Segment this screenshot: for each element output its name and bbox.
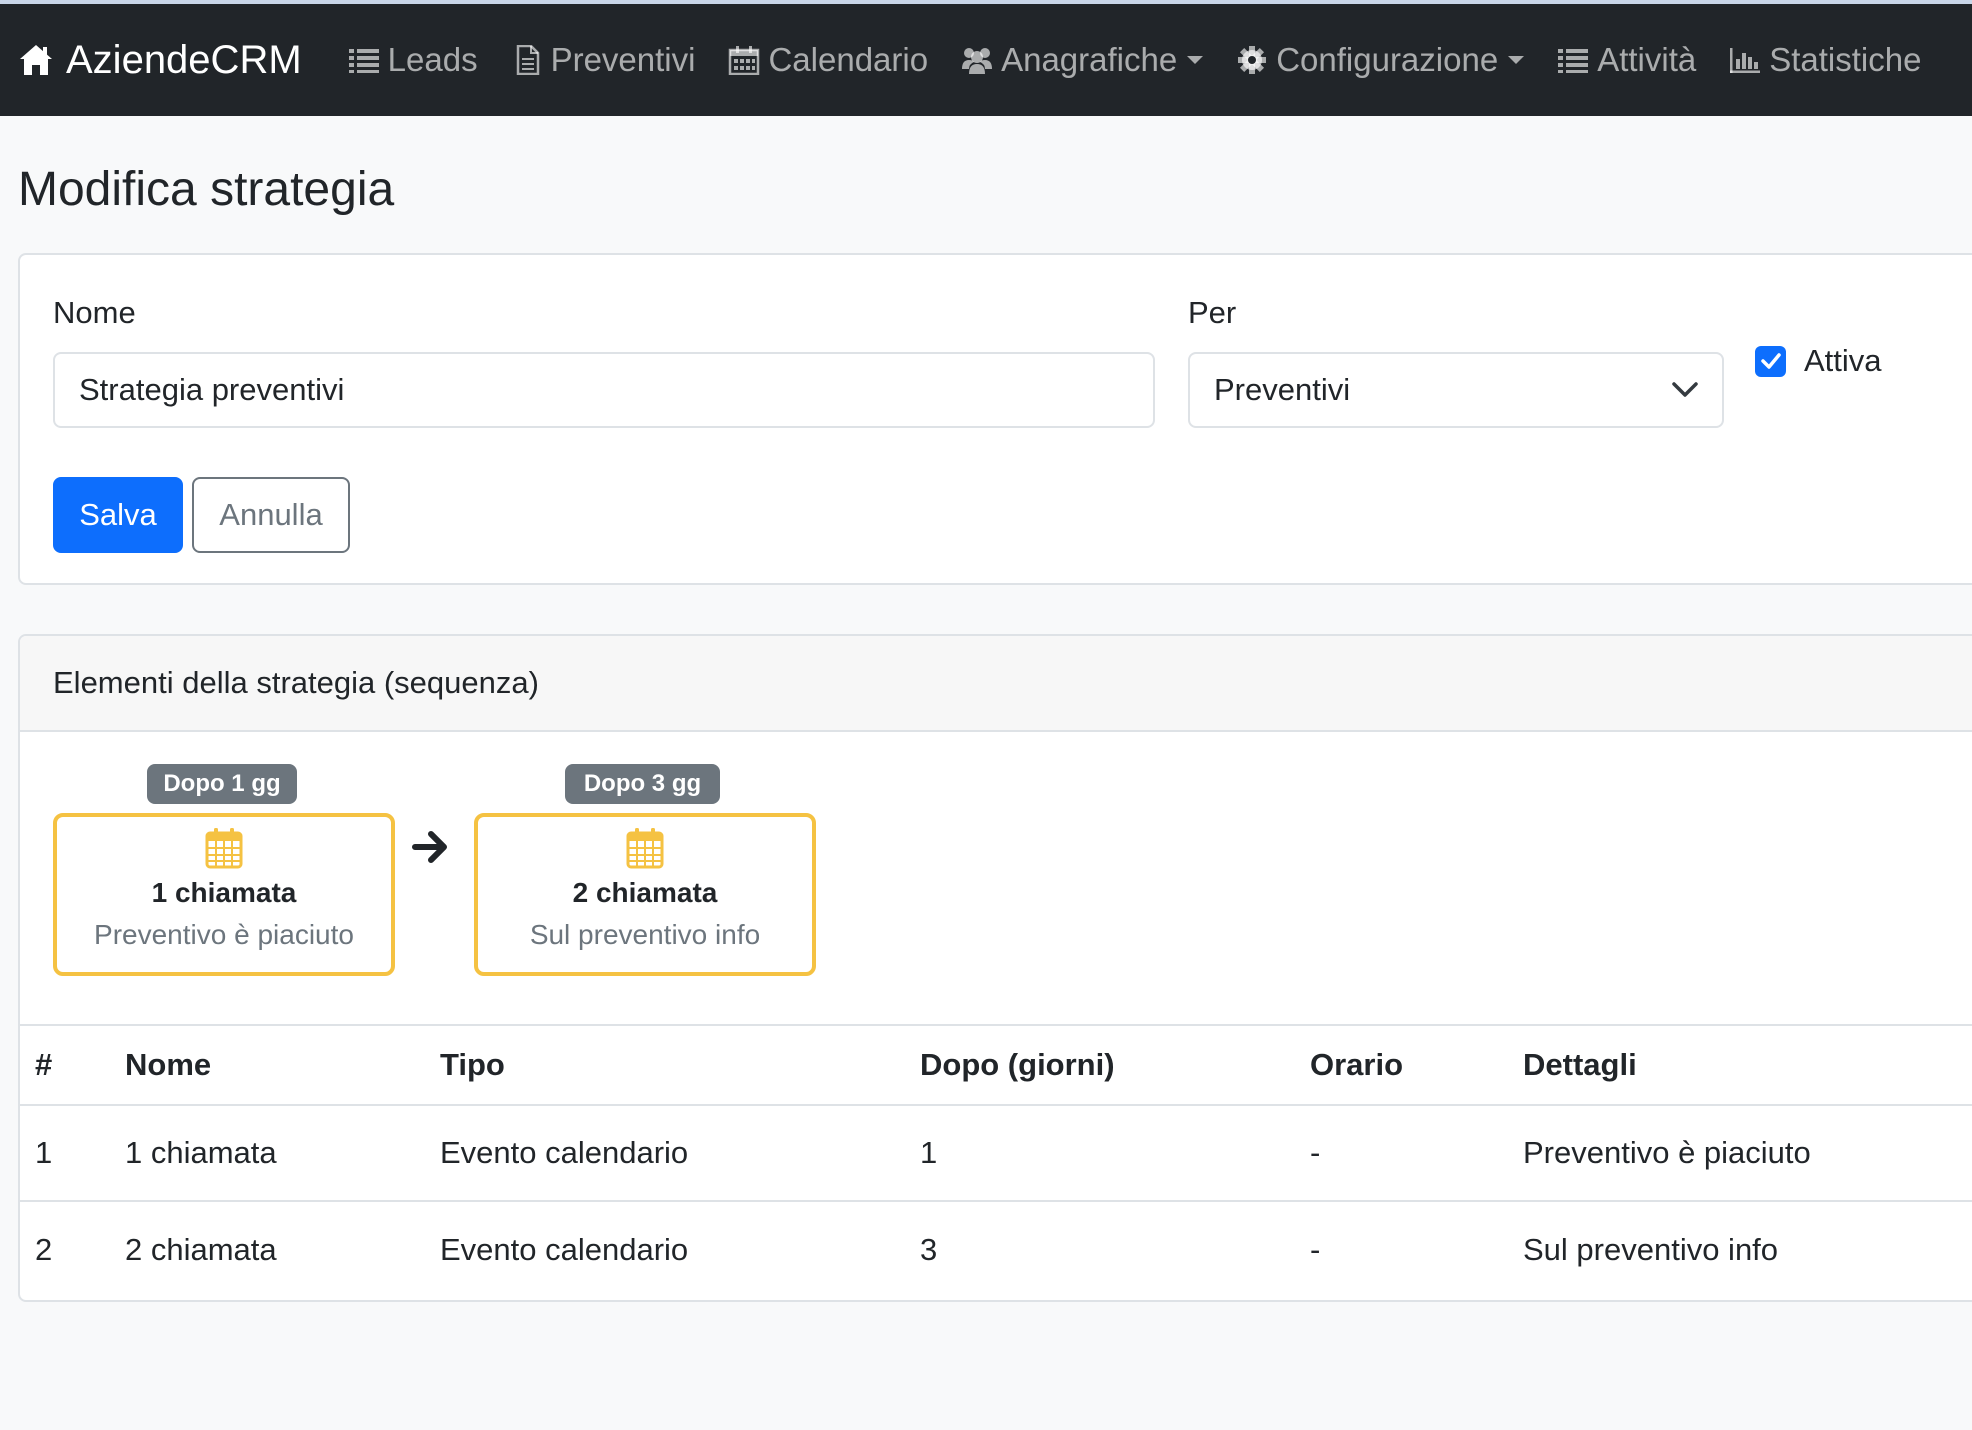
name-input[interactable] <box>53 352 1155 428</box>
table-cell: Evento calendario <box>440 1232 689 1267</box>
table-cell: 2 <box>35 1232 53 1267</box>
gear-icon <box>1238 46 1267 74</box>
step-title: 1 chiamata <box>151 877 297 908</box>
calendar-icon <box>626 828 664 869</box>
nav-item-attivita[interactable]: Attività <box>1557 41 1696 79</box>
column-header: Dopo (giorni) <box>920 1047 1115 1082</box>
chevron-down-icon <box>1187 56 1204 64</box>
sequence-step[interactable]: 1 chiamata Preventivo è piaciuto <box>53 813 395 976</box>
nav-item-label: Statistiche <box>1769 41 1922 78</box>
nav-item-label: Configurazione <box>1276 41 1499 78</box>
per-label: Per <box>1188 295 1237 330</box>
nav-item-calendario[interactable]: Calendario <box>728 41 928 79</box>
nav-item-label: Attività <box>1597 41 1697 78</box>
nav-item-preventivi[interactable]: Preventivi <box>511 41 696 79</box>
active-checkbox[interactable] <box>1755 345 1786 377</box>
chevron-down-icon <box>1508 56 1525 64</box>
per-select-value: Preventivi <box>1214 372 1351 407</box>
column-header: Nome <box>125 1047 212 1082</box>
step-description: Sul preventivo info <box>529 919 761 950</box>
nav-item-label: Anagrafiche <box>1001 41 1178 78</box>
step-delay-badge: Dopo 3 gg <box>565 764 720 804</box>
page-title: Modifica strategia <box>18 163 395 216</box>
brand-link[interactable]: AziendeCRM <box>18 38 302 83</box>
table-cell: Preventivo è piaciuto <box>1523 1135 1811 1170</box>
list-icon <box>348 49 379 73</box>
step-description: Preventivo è piaciuto <box>94 919 354 950</box>
name-label: Nome <box>53 295 136 330</box>
chevron-down-icon <box>1672 382 1698 397</box>
calendar-icon <box>729 46 760 75</box>
table-header-row: # Nome Tipo Dopo (giorni) Orario Dettagl… <box>20 1024 1972 1106</box>
arrow-right-icon <box>412 831 447 863</box>
nav-item-statistiche[interactable]: Statistiche <box>1729 41 1921 79</box>
column-header: Dettagli <box>1523 1047 1637 1082</box>
per-select[interactable]: Preventivi <box>1188 352 1724 428</box>
brand-name: AziendeCRM <box>66 37 302 82</box>
table-cell: 1 chiamata <box>125 1135 277 1170</box>
table-row: 2 2 chiamata Evento calendario 3 - Sul p… <box>20 1202 1972 1298</box>
checkmark-icon <box>1760 353 1781 369</box>
table-cell: Evento calendario <box>440 1135 689 1170</box>
table-cell: - <box>1310 1232 1321 1267</box>
sequence-step[interactable]: 2 chiamata Sul preventivo info <box>474 813 816 976</box>
cancel-button[interactable]: Annulla <box>192 477 350 553</box>
table-cell: - <box>1310 1135 1321 1170</box>
strategy-elements-card: Elementi della strategia (sequenza) 1 ch… <box>18 634 1972 1302</box>
nav-item-anagrafiche[interactable]: Anagrafiche <box>961 41 1204 79</box>
table-cell: 3 <box>920 1232 938 1267</box>
table-cell: 1 <box>920 1135 938 1170</box>
nav-item-label: Preventivi <box>550 41 696 78</box>
document-icon <box>516 45 539 75</box>
table-cell: 2 chiamata <box>125 1232 277 1267</box>
calendar-icon <box>205 828 243 869</box>
nav-item-label: Leads <box>387 41 478 78</box>
strategy-form-card: Nome Per Preventivi Attiva Salva Annulla <box>18 253 1972 585</box>
bar-chart-icon <box>1730 48 1761 73</box>
save-button[interactable]: Salva <box>53 477 183 553</box>
table-cell: Sul preventivo info <box>1523 1232 1779 1267</box>
home-icon <box>20 45 52 75</box>
nav-item-configurazione[interactable]: Configurazione <box>1236 41 1525 79</box>
nav-item-leads[interactable]: Leads <box>348 41 478 79</box>
active-label: Attiva <box>1804 343 1882 378</box>
table-cell: 1 <box>35 1135 53 1170</box>
step-delay-badge: Dopo 1 gg <box>147 764 297 804</box>
top-navbar: AziendeCRM Leads Preventivi Calendario A… <box>0 4 1972 116</box>
step-title: 2 chiamata <box>572 877 718 908</box>
table-row: 1 1 chiamata Evento calendario 1 - Preve… <box>20 1106 1972 1202</box>
card-header: Elementi della strategia (sequenza) <box>20 636 1972 732</box>
active-toggle[interactable]: Attiva <box>1755 343 1882 379</box>
column-header: Orario <box>1310 1047 1404 1082</box>
users-icon <box>962 48 993 74</box>
nav-item-label: Calendario <box>768 41 929 78</box>
column-header: # <box>35 1047 53 1082</box>
column-header: Tipo <box>440 1047 505 1082</box>
list-icon <box>1558 49 1589 73</box>
